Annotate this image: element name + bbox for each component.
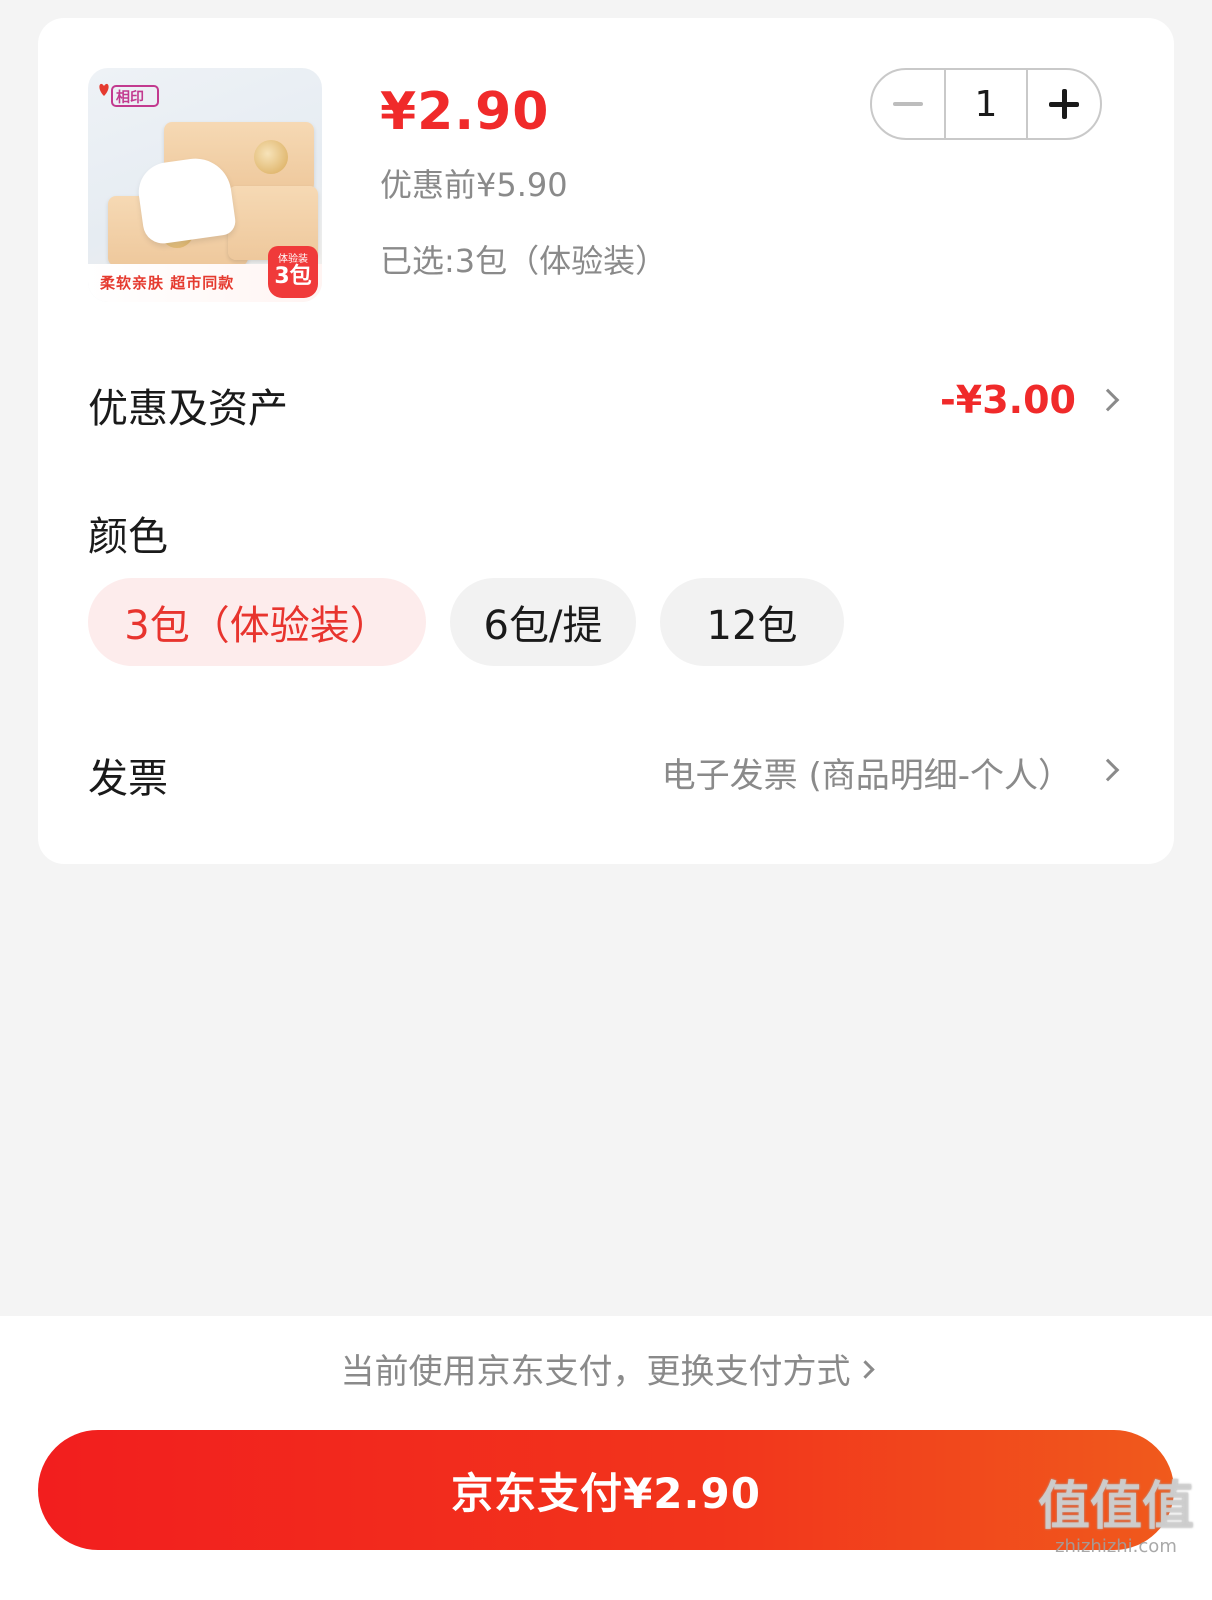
image-badge-top: 体验装 [278,254,308,265]
watermark: 值值值 zhizhizhi.com [1038,1478,1194,1557]
discount-label[interactable]: 优惠及资产 [88,376,288,434]
color-options: 3包（体验装） 6包/提 12包 [88,578,844,666]
decrease-button[interactable] [872,70,944,138]
discount-value[interactable]: -¥3.00 [940,378,1076,422]
invoice-label[interactable]: 发票 [88,746,168,804]
option-chip-3pack[interactable]: 3包（体验装） [88,578,426,666]
option-chip-6pack[interactable]: 6包/提 [450,578,636,666]
order-card: 相印 柔软亲肤 超市同款 体验装 3包 ¥2.90 优惠前¥5.90 已选:3包… [38,18,1174,864]
invoice-value[interactable]: 电子发票 (商品明细-个人） [662,748,1072,797]
quantity-value[interactable]: 1 [944,70,1028,138]
pay-button[interactable]: 京东支付¥2.90 [38,1430,1174,1550]
image-badge-num: 3包 [274,264,312,289]
svg-text:相印: 相印 [116,89,144,106]
invoice-chevron-icon[interactable] [1096,758,1120,782]
watermark-logo: 值值值 [1037,1477,1194,1537]
color-label: 颜色 [88,514,168,560]
discount-chevron-icon[interactable] [1096,388,1120,412]
change-payment-link[interactable]: 当前使用京东支付，更换支付方式 [0,1344,1212,1393]
selected-variant: 已选:3包（体验装） [380,242,668,280]
quantity-stepper: 1 [870,68,1102,140]
image-badge: 体验装 3包 [268,246,318,298]
chevron-right-icon [855,1360,875,1379]
plus-icon [1049,89,1079,119]
brand-logo-icon: 相印 [99,83,159,107]
minus-icon [893,102,923,106]
product-price: ¥2.90 [380,82,550,142]
increase-button[interactable] [1028,70,1100,138]
product-image[interactable]: 相印 柔软亲肤 超市同款 体验装 3包 [88,68,322,302]
option-chip-12pack[interactable]: 12包 [660,578,844,666]
original-price: 优惠前¥5.90 [380,166,568,204]
image-banner-text: 柔软亲肤 超市同款 [100,274,235,292]
watermark-url: zhizhizhi.com [1055,1536,1177,1557]
change-payment-text: 当前使用京东支付，更换支付方式 [340,1352,851,1392]
checkout-bar: 当前使用京东支付，更换支付方式 京东支付¥2.90 [0,1316,1212,1600]
